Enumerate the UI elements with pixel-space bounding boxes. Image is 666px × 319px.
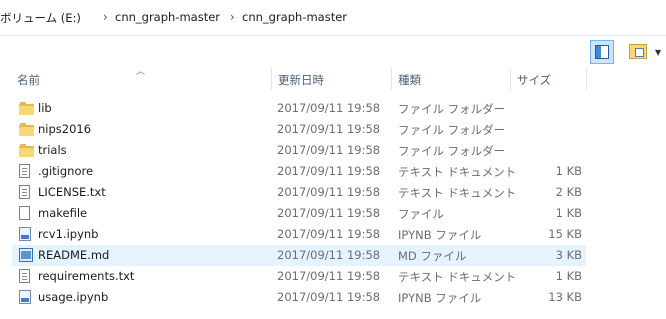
text-file-icon — [19, 164, 30, 178]
file-type: IPYNB ファイル — [398, 228, 482, 242]
file-name: nips2016 — [38, 122, 92, 136]
folder-icon — [19, 123, 34, 136]
address-bar[interactable]: ボリューム (E:) › cnn_graph-master › cnn_grap… — [0, 0, 666, 36]
file-date: 2017/09/11 19:58 — [277, 206, 381, 220]
list-item[interactable]: .gitignore 2017/09/11 19:58 テキスト ドキュメント … — [12, 161, 586, 182]
file-type: ファイル フォルダー — [398, 144, 506, 158]
column-divider[interactable] — [391, 68, 392, 90]
list-item[interactable]: makefile 2017/09/11 19:58 ファイル 1 KB — [12, 203, 586, 224]
file-date: 2017/09/11 19:58 — [277, 227, 381, 241]
file-size: 15 KB — [548, 227, 582, 241]
column-header-date[interactable]: 更新日時 — [278, 72, 324, 88]
list-item[interactable]: LICENSE.txt 2017/09/11 19:58 テキスト ドキュメント… — [12, 182, 586, 203]
list-item[interactable]: requirements.txt 2017/09/11 19:58 テキスト ド… — [12, 266, 586, 287]
column-header-name[interactable]: 名前 — [17, 72, 40, 88]
details-view-button[interactable] — [590, 40, 614, 64]
file-size: 13 KB — [548, 290, 582, 304]
file-name: rcv1.ipynb — [38, 227, 99, 241]
breadcrumb-folder-2[interactable]: cnn_graph-master — [242, 10, 347, 24]
column-divider[interactable] — [586, 68, 587, 90]
view-options-dropdown-icon[interactable]: ▼ — [655, 48, 661, 57]
file-name: lib — [38, 101, 52, 115]
notebook-file-icon — [19, 290, 31, 304]
file-name: makefile — [38, 206, 88, 220]
folder-icon — [19, 144, 34, 157]
breadcrumb-folder-1[interactable]: cnn_graph-master — [115, 10, 220, 24]
file-type: MD ファイル — [398, 249, 467, 263]
file-name: README.md — [38, 248, 110, 262]
column-divider[interactable] — [510, 68, 511, 90]
file-type: テキスト ドキュメント — [398, 186, 517, 200]
chevron-right-icon[interactable]: › — [230, 10, 235, 24]
chevron-right-icon[interactable]: › — [103, 10, 108, 24]
file-type: IPYNB ファイル — [398, 291, 482, 305]
file-type: テキスト ドキュメント — [398, 165, 517, 179]
file-name: usage.ipynb — [38, 290, 109, 304]
file-date: 2017/09/11 19:58 — [277, 101, 381, 115]
list-item[interactable]: usage.ipynb 2017/09/11 19:58 IPYNB ファイル … — [12, 287, 586, 308]
view-toolbar: ▼ — [0, 36, 666, 68]
list-item[interactable]: lib 2017/09/11 19:58 ファイル フォルダー — [12, 98, 586, 119]
file-date: 2017/09/11 19:58 — [277, 290, 381, 304]
file-size: 2 KB — [555, 185, 582, 199]
file-date: 2017/09/11 19:58 — [277, 164, 381, 178]
file-type: ファイル — [398, 207, 444, 221]
file-type: ファイル フォルダー — [398, 123, 506, 137]
file-size: 1 KB — [555, 269, 582, 283]
column-divider[interactable] — [271, 68, 272, 90]
file-date: 2017/09/11 19:58 — [277, 248, 381, 262]
list-item[interactable]: trials 2017/09/11 19:58 ファイル フォルダー — [12, 140, 586, 161]
file-name: requirements.txt — [38, 269, 135, 283]
column-header-size[interactable]: サイズ — [517, 72, 551, 88]
list-item[interactable]: rcv1.ipynb 2017/09/11 19:58 IPYNB ファイル 1… — [12, 224, 586, 245]
file-date: 2017/09/11 19:58 — [277, 122, 381, 136]
large-icons-view-icon — [629, 44, 647, 59]
large-icons-view-button[interactable] — [627, 40, 651, 64]
file-date: 2017/09/11 19:58 — [277, 185, 381, 199]
text-file-icon — [19, 269, 30, 283]
list-item[interactable]: nips2016 2017/09/11 19:58 ファイル フォルダー — [12, 119, 586, 140]
file-size: 1 KB — [555, 206, 582, 220]
text-file-icon — [19, 185, 30, 199]
file-type: ファイル フォルダー — [398, 102, 506, 116]
folder-icon — [19, 102, 34, 115]
file-name: LICENSE.txt — [38, 185, 106, 199]
column-header: 名前 更新日時 種類 サイズ — [0, 68, 666, 90]
details-view-icon — [595, 45, 609, 59]
file-size: 1 KB — [555, 164, 582, 178]
file-date: 2017/09/11 19:58 — [277, 143, 381, 157]
notebook-file-icon — [19, 227, 31, 241]
file-name: trials — [38, 143, 67, 157]
file-type: テキスト ドキュメント — [398, 270, 517, 284]
file-name: .gitignore — [38, 164, 94, 178]
list-item-selected[interactable]: README.md 2017/09/11 19:58 MD ファイル 3 KB — [12, 245, 586, 266]
blank-file-icon — [19, 206, 30, 220]
file-date: 2017/09/11 19:58 — [277, 269, 381, 283]
file-size: 3 KB — [555, 248, 582, 262]
breadcrumb-drive[interactable]: ボリューム (E:) — [0, 10, 81, 26]
column-header-type[interactable]: 種類 — [398, 72, 421, 88]
markdown-file-icon — [19, 248, 33, 262]
